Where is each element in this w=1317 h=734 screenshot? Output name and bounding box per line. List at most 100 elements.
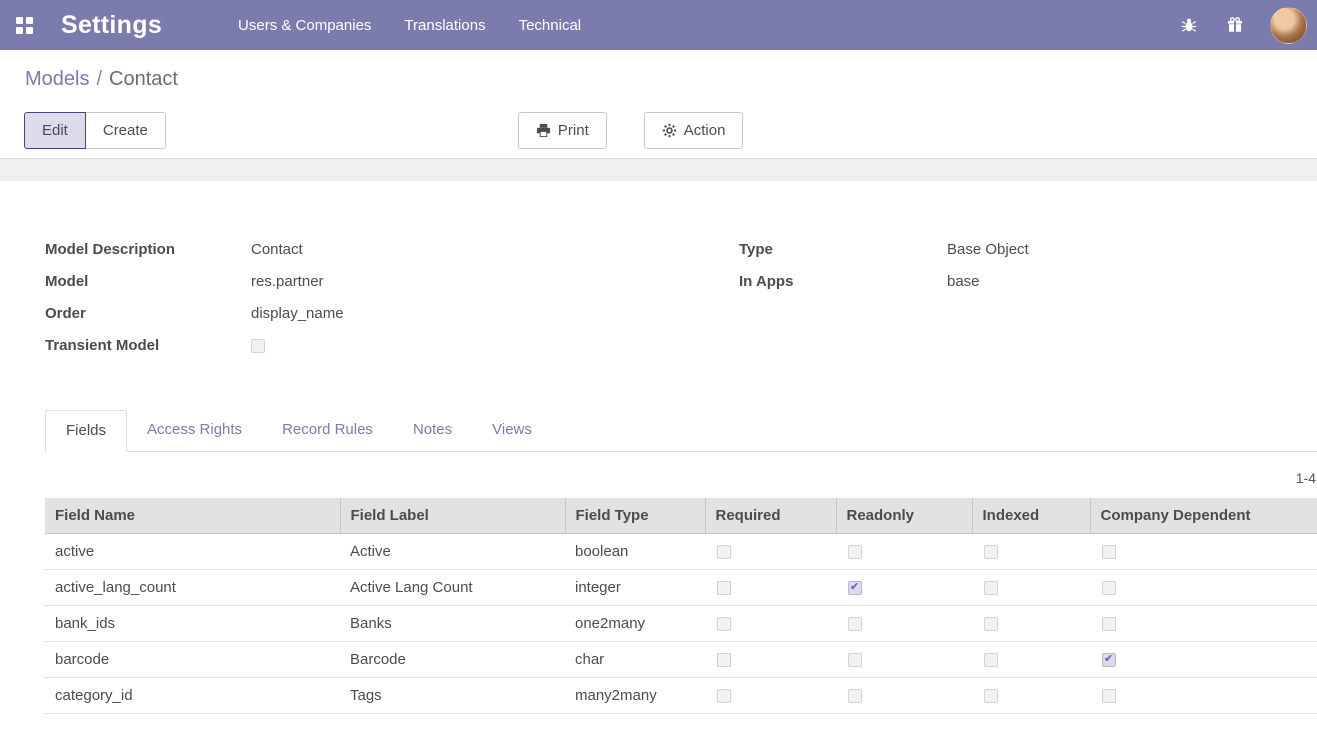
- cell-required: [705, 641, 836, 678]
- cell-readonly: [836, 641, 972, 678]
- cell-field-label: Active Lang Count: [340, 569, 565, 606]
- checkbox-company-dependent: [1102, 581, 1116, 596]
- table-header-row: Field Name Field Label Field Type Required R…: [45, 498, 1317, 534]
- apps-menu-icon-cell: [26, 26, 33, 34]
- table-body: active Active boolean active_lang_count Acti…: [45, 533, 1317, 714]
- form-row-transient-model: Transient Model: [45, 337, 739, 369]
- field-value-type: Base Object: [947, 241, 1029, 258]
- apps-menu-icon-cell: [26, 16, 33, 24]
- tab-record-rules[interactable]: Record Rules: [262, 410, 393, 451]
- pager-range: 1-4: [1295, 470, 1316, 486]
- table-row-active-lang-count[interactable]: active_lang_count Active Lang Count intege…: [45, 569, 1317, 606]
- checkbox-readonly: [848, 689, 862, 704]
- field-value-model-description: Contact: [251, 241, 303, 258]
- cell-readonly: [836, 677, 972, 714]
- tab-fields[interactable]: Fields: [45, 410, 128, 452]
- column-header-required[interactable]: Required: [705, 498, 837, 534]
- cell-field-name: active: [45, 533, 340, 570]
- tab-bar: Fields Access Rights Record Rules Notes View…: [45, 410, 1317, 452]
- tab-views[interactable]: Views: [472, 410, 552, 451]
- field-label-model: Model: [45, 273, 89, 290]
- navbar-menu: Users & Companies Translations Technical: [238, 17, 614, 34]
- model-form: Model Description Contact Model res.partner…: [0, 181, 1317, 369]
- menu-item-users-companies[interactable]: Users & Companies: [238, 17, 371, 34]
- breadcrumb: Models / Contact: [0, 50, 1317, 108]
- apps-menu-icon-cell: [16, 16, 23, 24]
- tab-access-rights[interactable]: Access Rights: [127, 410, 262, 451]
- column-header-field-label[interactable]: Field Label: [340, 498, 566, 534]
- gear-icon: [662, 123, 677, 138]
- cell-field-label: Barcode: [340, 641, 565, 678]
- cell-indexed: [972, 533, 1090, 570]
- field-label-in-apps: In Apps: [739, 273, 794, 290]
- breadcrumb-separator: /: [96, 67, 103, 90]
- cell-company-dependent: [1090, 569, 1317, 606]
- field-value-order: display_name: [251, 305, 344, 322]
- checkbox-required: [717, 689, 731, 704]
- print-button[interactable]: Print: [517, 112, 607, 149]
- cell-readonly: [836, 569, 972, 606]
- cell-field-name: active_lang_count: [45, 569, 340, 606]
- checkbox-indexed: [984, 617, 998, 632]
- form-row-type: Type Base Object: [739, 241, 1317, 273]
- field-value-in-apps: base: [947, 273, 980, 290]
- control-panel: Edit Create Print Action: [0, 108, 1317, 153]
- edit-button[interactable]: Edit: [24, 112, 86, 149]
- print-button-label: Print: [557, 122, 589, 139]
- column-header-field-name[interactable]: Field Name: [45, 498, 341, 534]
- cell-field-type: boolean: [565, 533, 705, 570]
- column-header-company-dependent[interactable]: Company Dependent: [1090, 498, 1317, 534]
- checkbox-company-dependent: [1102, 617, 1116, 632]
- create-button[interactable]: Create: [84, 112, 166, 149]
- menu-item-translations[interactable]: Translations: [404, 17, 485, 34]
- checkbox-company-dependent: [1102, 545, 1116, 560]
- checkbox-readonly: [848, 545, 862, 560]
- cell-company-dependent: [1090, 533, 1317, 570]
- checkbox-required: [717, 653, 731, 668]
- cell-field-name: category_id: [45, 677, 340, 714]
- cell-field-type: integer: [565, 569, 705, 606]
- action-button-group: Print Action: [517, 112, 744, 149]
- checkbox-indexed: [984, 653, 998, 668]
- checkbox-company-dependent: [1102, 689, 1116, 704]
- fields-table: Field Name Field Label Field Type Required R…: [45, 498, 1317, 714]
- apps-menu-icon[interactable]: [16, 16, 33, 34]
- separator-band: [0, 158, 1317, 181]
- column-header-indexed[interactable]: Indexed: [972, 498, 1091, 534]
- cell-field-label: Active: [340, 533, 565, 570]
- form-row-model: Model res.partner: [45, 273, 739, 305]
- field-value-model: res.partner: [251, 273, 324, 290]
- table-row-active[interactable]: active Active boolean: [45, 533, 1317, 570]
- table-row-category-id[interactable]: category_id Tags many2many: [45, 677, 1317, 714]
- form-row-model-description: Model Description Contact: [45, 241, 739, 273]
- cell-company-dependent: [1090, 605, 1317, 642]
- table-row-barcode[interactable]: barcode Barcode char: [45, 641, 1317, 678]
- cell-field-type: one2many: [565, 605, 705, 642]
- cell-field-name: barcode: [45, 641, 340, 678]
- checkbox-indexed: [984, 545, 998, 560]
- table-row-bank-ids[interactable]: bank_ids Banks one2many: [45, 605, 1317, 642]
- cell-required: [705, 533, 836, 570]
- top-navbar: Settings Users & Companies Translations Te…: [0, 0, 1317, 50]
- action-button[interactable]: Action: [643, 112, 744, 149]
- column-header-readonly[interactable]: Readonly: [836, 498, 973, 534]
- field-label-order: Order: [45, 305, 86, 322]
- breadcrumb-models-link[interactable]: Models: [25, 68, 89, 91]
- bug-icon[interactable]: [1180, 16, 1198, 34]
- tab-notes[interactable]: Notes: [393, 410, 472, 451]
- checkbox-company-dependent: [1102, 652, 1116, 668]
- gift-icon[interactable]: [1226, 16, 1244, 34]
- checkbox-required: [717, 545, 731, 560]
- cell-required: [705, 569, 836, 606]
- checkbox-indexed: [984, 581, 998, 596]
- cell-required: [705, 605, 836, 642]
- form-row-in-apps: In Apps base: [739, 273, 1317, 305]
- menu-item-technical[interactable]: Technical: [519, 17, 582, 34]
- column-header-field-type[interactable]: Field Type: [565, 498, 706, 534]
- app-title[interactable]: Settings: [61, 11, 162, 40]
- cell-company-dependent: [1090, 641, 1317, 678]
- user-avatar[interactable]: [1270, 6, 1307, 44]
- cell-indexed: [972, 641, 1090, 678]
- cell-field-type: many2many: [565, 677, 705, 714]
- cell-field-name: bank_ids: [45, 605, 340, 642]
